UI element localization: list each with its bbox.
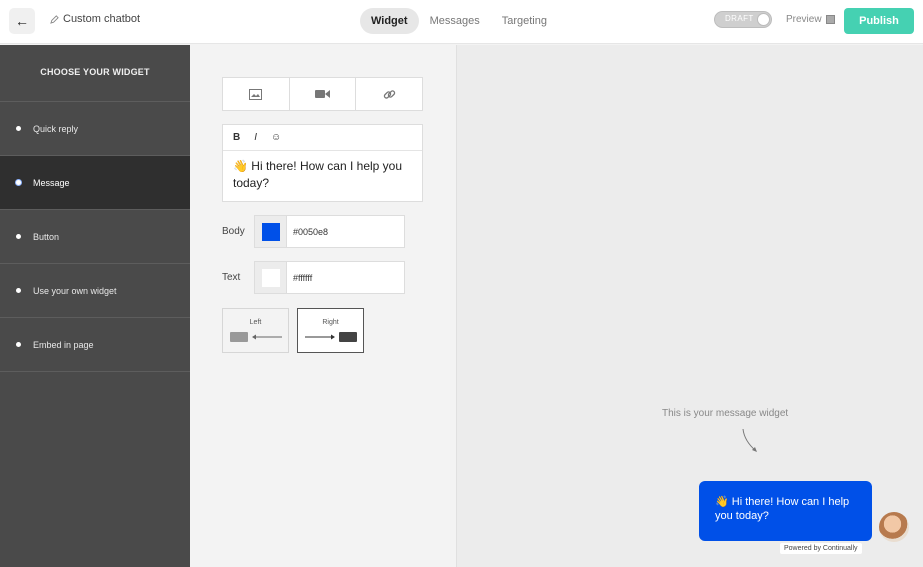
- curved-arrow-icon: [742, 428, 757, 452]
- sidebar-item-button[interactable]: Button: [0, 210, 190, 264]
- bullet-icon: [16, 342, 21, 347]
- preview-hint: This is your message widget: [662, 408, 789, 419]
- text-color-picker[interactable]: [255, 262, 287, 293]
- sidebar-heading: CHOOSE YOUR WIDGET: [0, 45, 190, 102]
- message-editor[interactable]: B I ☺ 👋 Hi there! How can I help you tod…: [222, 124, 423, 202]
- editor-panel: B I ☺ 👋 Hi there! How can I help you tod…: [190, 45, 456, 567]
- sidebar-item-label: Quick reply: [33, 123, 79, 134]
- align-right-option[interactable]: Right: [297, 308, 364, 353]
- image-icon: [249, 88, 263, 100]
- media-toolbar: [222, 77, 423, 111]
- body-color-picker[interactable]: [255, 216, 287, 247]
- text-color-value[interactable]: #ffffff: [287, 273, 312, 283]
- toggle-knob: [757, 13, 770, 26]
- tab-bar: Widget Messages Targeting: [360, 8, 558, 34]
- body-color-swatch: [261, 222, 280, 241]
- format-toolbar: B I ☺: [223, 125, 422, 151]
- body-color-value[interactable]: #0050e8: [287, 227, 328, 237]
- text-color-row: Text #ffffff: [222, 261, 405, 294]
- body-color-label: Body: [222, 226, 245, 237]
- text-color-swatch: [261, 268, 280, 287]
- add-image-button[interactable]: [223, 78, 290, 110]
- preview-link[interactable]: Preview: [786, 14, 835, 25]
- pencil-icon: [50, 14, 59, 24]
- bullet-icon: [16, 126, 21, 131]
- body-color-field[interactable]: #0050e8: [254, 215, 405, 248]
- chatbot-title[interactable]: Custom chatbot: [50, 13, 140, 25]
- bullet-icon: [16, 234, 21, 239]
- video-icon: [315, 90, 330, 98]
- agent-avatar[interactable]: [879, 512, 909, 542]
- emoji-button[interactable]: ☺: [271, 132, 281, 143]
- body-color-row: Body #0050e8: [222, 215, 405, 248]
- sidebar-item-custom-widget[interactable]: Use your own widget: [0, 264, 190, 318]
- preview-label: Preview: [786, 14, 822, 25]
- publish-button[interactable]: Publish: [844, 8, 914, 34]
- sidebar-item-quick-reply[interactable]: Quick reply: [0, 102, 190, 156]
- arrow-left-icon: ←: [15, 13, 29, 29]
- top-bar: ← Custom chatbot Widget Messages Targeti…: [0, 0, 923, 44]
- italic-button[interactable]: I: [254, 132, 257, 143]
- text-color-label: Text: [222, 272, 241, 283]
- tab-messages[interactable]: Messages: [419, 8, 491, 34]
- arrow-right-icon: [304, 334, 335, 340]
- message-text-input[interactable]: 👋 Hi there! How can I help you today?: [223, 151, 422, 199]
- arrow-left-icon: [251, 334, 282, 340]
- align-right-diagram: [304, 332, 357, 342]
- add-link-button[interactable]: [356, 78, 422, 110]
- draft-toggle-label: DRAFT: [725, 14, 754, 23]
- align-left-diagram: [229, 332, 282, 342]
- draft-toggle[interactable]: DRAFT: [714, 11, 772, 28]
- sidebar-item-label: Embed in page: [33, 339, 94, 350]
- chat-widget-bubble[interactable]: 👋 Hi there! How can I help you today?: [699, 481, 872, 541]
- bubble-preview-icon: [338, 332, 357, 342]
- bullet-icon: [16, 288, 21, 293]
- sidebar-item-label: Use your own widget: [33, 285, 117, 296]
- add-video-button[interactable]: [290, 78, 357, 110]
- text-color-field[interactable]: #ffffff: [254, 261, 405, 294]
- link-icon: [383, 89, 395, 99]
- widget-sidebar: CHOOSE YOUR WIDGET Quick reply Message B…: [0, 45, 190, 567]
- tab-targeting[interactable]: Targeting: [491, 8, 558, 34]
- sidebar-item-embed[interactable]: Embed in page: [0, 318, 190, 372]
- chatbot-title-text: Custom chatbot: [63, 13, 141, 25]
- align-left-option[interactable]: Left: [222, 308, 289, 353]
- external-preview-icon: [825, 15, 835, 24]
- bold-button[interactable]: B: [233, 132, 240, 143]
- sidebar-item-label: Message: [33, 177, 70, 188]
- powered-by-badge[interactable]: Powered by Continually: [780, 543, 862, 554]
- back-button[interactable]: ←: [9, 8, 35, 34]
- sidebar-item-label: Button: [33, 231, 60, 242]
- sidebar-item-message[interactable]: Message: [0, 156, 190, 210]
- tab-widget[interactable]: Widget: [360, 8, 419, 34]
- align-right-label: Right: [322, 319, 339, 326]
- align-left-label: Left: [249, 319, 262, 326]
- bubble-preview-icon: [229, 332, 248, 342]
- widget-preview-area: This is your message widget 👋 Hi there! …: [456, 45, 923, 567]
- bullet-icon: [16, 180, 21, 185]
